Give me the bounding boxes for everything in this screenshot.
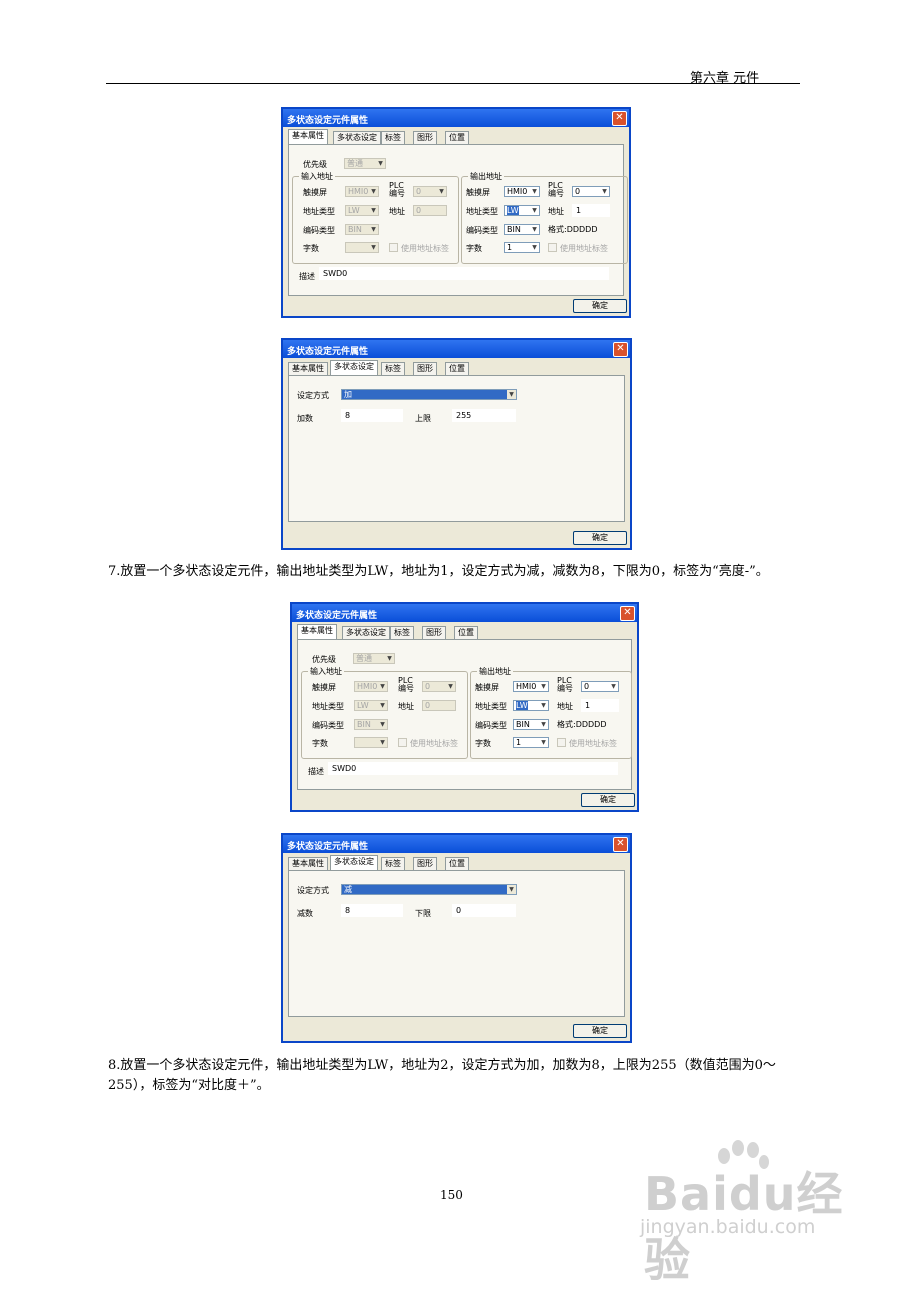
out-plc-select[interactable]: 0 ▼ [572,186,610,197]
in-addr-field: 0 [422,700,456,711]
in-plc-select: 0 ▼ [413,186,447,197]
out-encode-select[interactable]: BIN ▼ [504,224,540,235]
ok-button[interactable]: 确定 [573,299,627,313]
in-type-select: LW ▼ [345,205,379,216]
tab-graphic[interactable]: 图形 [413,857,437,871]
out-hmi-select[interactable]: HMI0 ▼ [513,681,549,692]
tab-basic[interactable]: 基本属性 [288,857,328,871]
priority-select: 普通 ▼ [344,158,386,169]
ok-button[interactable]: 确定 [581,793,635,807]
title-bar[interactable]: 多状态设定元件属性 ✕ [292,604,637,622]
close-icon[interactable]: ✕ [613,837,628,852]
in-addr-field: 0 [413,205,447,216]
watermark: Baidu经验 jingyan.baidu.com [640,1140,870,1287]
priority-select: 普通 ▼ [353,653,395,664]
limit-field[interactable]: 255 [452,409,516,422]
multistate-panel: 设定方式 加 ▼ 加数 8 上限 255 [288,375,625,522]
tab-position[interactable]: 位置 [445,131,469,145]
dialog-basic-2: 多状态设定元件属性 ✕ 基本属性 多状态设定 标签 图形 位置 优先级 普通 ▼ 输… [290,602,639,812]
out-hmi-select[interactable]: HMI0 ▼ [504,186,540,197]
tab-multistate[interactable]: 多状态设定 [330,855,378,871]
out-addr-field[interactable]: 1 [572,204,610,217]
tab-graphic[interactable]: 图形 [422,626,446,640]
tab-basic[interactable]: 基本属性 [297,624,337,640]
dialog-title: 多状态设定元件属性 [296,611,378,621]
dialog-title: 多状态设定元件属性 [287,347,369,357]
close-icon[interactable]: ✕ [620,606,635,621]
dialog-title: 多状态设定元件属性 [287,116,369,126]
in-encode-select: BIN ▼ [354,719,388,730]
out-type-select[interactable]: LW ▼ [504,205,540,216]
in-hmi-select: HMI0 ▼ [345,186,379,197]
basic-panel: 优先级 普通 ▼ 输入地址 触摸屏 HMI0 ▼ PLC 编号 0 ▼ 地址类型 LW… [297,639,632,790]
tab-multistate[interactable]: 多状态设定 [330,360,378,376]
close-icon[interactable]: ✕ [613,342,628,357]
in-hmi-select: HMI0 ▼ [354,681,388,692]
header-rule [106,83,800,84]
multistate-panel: 设定方式 减 ▼ 减数 8 下限 0 [288,870,625,1017]
tab-multistate[interactable]: 多状态设定 [333,131,381,145]
out-encode-select[interactable]: BIN ▼ [513,719,549,730]
basic-panel: 优先级 普通 ▼ 输入地址 触摸屏 HMI0 ▼ PLC 编号 0 ▼ 地址类型 LW… [288,144,628,296]
tab-graphic[interactable]: 图形 [413,131,437,145]
tab-basic[interactable]: 基本属性 [288,362,328,376]
paragraph-7: 7.放置一个多状态设定元件，输出地址类型为LW，地址为1，设定方式为减，减数为8… [108,564,769,579]
mode-select[interactable]: 减 ▼ [341,884,517,895]
out-words-select[interactable]: 1 ▼ [513,737,549,748]
out-use-tag-checkbox[interactable] [548,243,557,252]
out-words-select[interactable]: 1 ▼ [504,242,540,253]
title-bar[interactable]: 多状态设定元件属性 ✕ [283,835,630,853]
step-field[interactable]: 8 [341,409,403,422]
tab-graphic[interactable]: 图形 [413,362,437,376]
tab-label[interactable]: 标签 [381,362,405,376]
in-words-select: ▼ [345,242,379,253]
out-use-tag-checkbox[interactable] [557,738,566,747]
tab-label[interactable]: 标签 [390,626,414,640]
output-address-group: 输出地址 触摸屏 HMI0 ▼ PLC 编号 0 ▼ 地址类型 LW ▼ 地址 1 编… [461,171,628,264]
in-use-tag-checkbox [398,738,407,747]
out-addr-field[interactable]: 1 [581,699,619,712]
tab-position[interactable]: 位置 [445,362,469,376]
paragraph-8: 8.放置一个多状态设定元件，输出地址类型为LW，地址为2，设定方式为加，加数为8… [108,1058,776,1093]
description-field[interactable]: SWD0 [319,267,609,280]
title-bar[interactable]: 多状态设定元件属性 ✕ [283,109,629,127]
tab-basic[interactable]: 基本属性 [288,129,328,145]
ok-button[interactable]: 确定 [573,531,627,545]
tab-position[interactable]: 位置 [445,857,469,871]
input-address-group: 输入地址 触摸屏 HMI0 ▼ PLC 编号 0 ▼ 地址类型 LW ▼ 地址 0 编… [301,666,468,759]
priority-label: 优先级 [303,160,327,169]
out-plc-select[interactable]: 0 ▼ [581,681,619,692]
tab-label[interactable]: 标签 [381,131,405,145]
ok-button[interactable]: 确定 [573,1024,627,1038]
close-icon[interactable]: ✕ [612,111,627,126]
dialog-title: 多状态设定元件属性 [287,842,369,852]
dialog-basic-1: 多状态设定元件属性 ✕ 基本属性 多状态设定 标签 图形 位置 优先级 普通 ▼ 输… [281,107,631,318]
mode-select[interactable]: 加 ▼ [341,389,517,400]
step-field[interactable]: 8 [341,904,403,917]
dialog-multistate-add: 多状态设定元件属性 ✕ 基本属性 多状态设定 标签 图形 位置 设定方式 加 ▼ 加… [281,338,632,550]
description-field[interactable]: SWD0 [328,762,618,775]
out-type-select[interactable]: LW ▼ [513,700,549,711]
in-type-select: LW ▼ [354,700,388,711]
in-use-tag-checkbox [389,243,398,252]
in-words-select: ▼ [354,737,388,748]
tab-label[interactable]: 标签 [381,857,405,871]
in-encode-select: BIN ▼ [345,224,379,235]
limit-field[interactable]: 0 [452,904,516,917]
page-number: 150 [440,1188,463,1202]
tab-multistate[interactable]: 多状态设定 [342,626,390,640]
in-plc-select: 0 ▼ [422,681,456,692]
tab-position[interactable]: 位置 [454,626,478,640]
input-address-group: 输入地址 触摸屏 HMI0 ▼ PLC 编号 0 ▼ 地址类型 LW ▼ 地址 0 编… [292,171,459,264]
output-address-group: 输出地址 触摸屏 HMI0 ▼ PLC 编号 0 ▼ 地址类型 LW ▼ 地址 1 编… [470,666,632,759]
dialog-multistate-subtract: 多状态设定元件属性 ✕ 基本属性 多状态设定 标签 图形 位置 设定方式 减 ▼ 减… [281,833,632,1043]
title-bar[interactable]: 多状态设定元件属性 ✕ [283,340,630,358]
watermark-url: jingyan.baidu.com [640,1216,816,1238]
